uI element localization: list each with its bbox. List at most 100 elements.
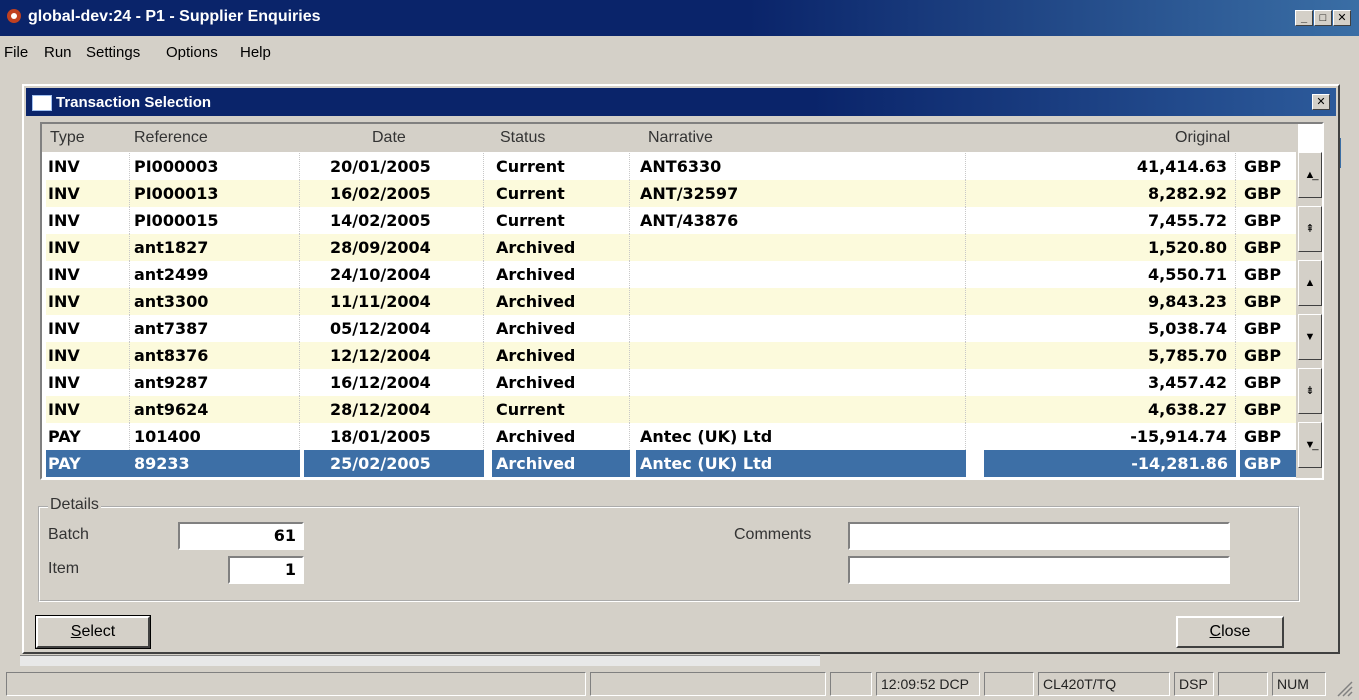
status-panel-4 bbox=[984, 672, 1034, 696]
cell-currency: GBP bbox=[1240, 450, 1298, 477]
cell-original: 4,638.27 bbox=[984, 396, 1236, 423]
cell-reference: ant2499 bbox=[130, 261, 300, 288]
menu-run[interactable]: Run bbox=[44, 44, 72, 61]
cell-status: Current bbox=[492, 180, 630, 207]
cell-narrative: Antec (UK) Ltd bbox=[636, 450, 966, 477]
transaction-grid[interactable]: Type Reference Date Status Narrative Ori… bbox=[40, 122, 1324, 480]
table-row[interactable]: INV ant9624 28/12/2004 Current 4,638.27 GBP bbox=[46, 396, 1298, 423]
grid-rows: INV PI000003 20/01/2005 Current ANT6330 41,41… bbox=[46, 153, 1298, 477]
grid-scrollbar[interactable]: ▲̲ ⇞ ▲ ▼ ⇟ ▼̲ bbox=[1296, 152, 1322, 478]
menu-file[interactable]: File bbox=[4, 44, 28, 61]
table-row[interactable]: PAY 89233 25/02/2005 Archived Antec (UK) Ltd… bbox=[46, 450, 1298, 477]
cell-status: Current bbox=[492, 207, 630, 234]
cell-date: 18/01/2005 bbox=[304, 423, 484, 450]
cell-original: 8,282.92 bbox=[984, 180, 1236, 207]
col-header-status[interactable]: Status bbox=[500, 129, 545, 147]
details-group: Details Batch 61 Item 1 Comments bbox=[38, 496, 1300, 602]
status-panel-5 bbox=[1218, 672, 1268, 696]
col-header-original[interactable]: Original bbox=[1175, 129, 1230, 147]
cell-reference: ant8376 bbox=[130, 342, 300, 369]
cell-type: PAY bbox=[46, 423, 130, 450]
dialog-window-icon bbox=[32, 95, 52, 111]
table-row[interactable]: INV ant2499 24/10/2004 Archived 4,550.71 GBP bbox=[46, 261, 1298, 288]
cell-narrative bbox=[636, 342, 966, 369]
cell-reference: 101400 bbox=[130, 423, 300, 450]
cell-original: 41,414.63 bbox=[984, 153, 1236, 180]
table-row[interactable]: INV PI000003 20/01/2005 Current ANT6330 41,41… bbox=[46, 153, 1298, 180]
scroll-down-icon[interactable]: ▼ bbox=[1298, 314, 1322, 360]
menu-help[interactable]: Help bbox=[240, 44, 271, 61]
close-icon[interactable]: ✕ bbox=[1333, 10, 1351, 26]
cell-narrative bbox=[636, 234, 966, 261]
cell-type: PAY bbox=[46, 450, 130, 477]
status-dcp: DCP bbox=[939, 676, 969, 692]
cell-currency: GBP bbox=[1240, 423, 1298, 450]
cell-status: Archived bbox=[492, 450, 630, 477]
comments-label: Comments bbox=[734, 526, 812, 543]
status-bar: 12:09:52 DCP CL420T/TQ DSP NUM bbox=[0, 668, 1359, 700]
dialog-title: Transaction Selection bbox=[56, 94, 212, 111]
comments-field-2[interactable] bbox=[848, 556, 1230, 584]
cell-narrative bbox=[636, 369, 966, 396]
cell-date: 16/02/2005 bbox=[304, 180, 484, 207]
scroll-page-up-icon[interactable]: ⇞ bbox=[1298, 206, 1322, 252]
select-button-label: elect bbox=[81, 623, 116, 640]
cell-currency: GBP bbox=[1240, 396, 1298, 423]
cell-date: 05/12/2004 bbox=[304, 315, 484, 342]
col-header-narrative[interactable]: Narrative bbox=[648, 129, 713, 147]
col-header-reference[interactable]: Reference bbox=[134, 129, 208, 147]
cell-narrative: Antec (UK) Ltd bbox=[636, 423, 966, 450]
scroll-page-down-icon[interactable]: ⇟ bbox=[1298, 368, 1322, 414]
col-header-type[interactable]: Type bbox=[50, 129, 85, 147]
dialog-titlebar[interactable]: Transaction Selection ✕ bbox=[26, 88, 1336, 116]
table-row[interactable]: PAY 101400 18/01/2005 Archived Antec (UK) Lt… bbox=[46, 423, 1298, 450]
close-button[interactable]: Close bbox=[1176, 616, 1284, 648]
scroll-top-icon[interactable]: ▲̲ bbox=[1298, 152, 1322, 198]
cell-status: Archived bbox=[492, 369, 630, 396]
cell-reference: ant9287 bbox=[130, 369, 300, 396]
app-title: global-dev:24 - P1 - Supplier Enquiries bbox=[28, 8, 321, 25]
cell-type: INV bbox=[46, 180, 130, 207]
scroll-bottom-icon[interactable]: ▼̲ bbox=[1298, 422, 1322, 468]
cell-narrative bbox=[636, 261, 966, 288]
app-titlebar[interactable]: global-dev:24 - P1 - Supplier Enquiries … bbox=[0, 0, 1359, 36]
table-row[interactable]: INV ant1827 28/09/2004 Archived 1,520.80 GBP bbox=[46, 234, 1298, 261]
table-row[interactable]: INV ant9287 16/12/2004 Archived 3,457.42 GBP bbox=[46, 369, 1298, 396]
cell-currency: GBP bbox=[1240, 315, 1298, 342]
cell-reference: ant1827 bbox=[130, 234, 300, 261]
table-row[interactable]: INV PI000015 14/02/2005 Current ANT/43876 7,4… bbox=[46, 207, 1298, 234]
cell-type: INV bbox=[46, 342, 130, 369]
background-window-strip bbox=[20, 655, 820, 666]
cell-type: INV bbox=[46, 396, 130, 423]
menu-options[interactable]: Options bbox=[166, 44, 218, 61]
table-row[interactable]: INV PI000013 16/02/2005 Current ANT/32597 8,2… bbox=[46, 180, 1298, 207]
comments-field-1[interactable] bbox=[848, 522, 1230, 550]
dialog-close-icon[interactable]: ✕ bbox=[1312, 94, 1330, 110]
item-field[interactable]: 1 bbox=[228, 556, 304, 584]
cell-narrative bbox=[636, 288, 966, 315]
menu-settings[interactable]: Settings bbox=[86, 44, 140, 61]
cell-original: 1,520.80 bbox=[984, 234, 1236, 261]
batch-field[interactable]: 61 bbox=[178, 522, 304, 550]
cell-original: 3,457.42 bbox=[984, 369, 1236, 396]
table-row[interactable]: INV ant7387 05/12/2004 Archived 5,038.74 GBP bbox=[46, 315, 1298, 342]
table-row[interactable]: INV ant3300 11/11/2004 Archived 9,843.23 GBP bbox=[46, 288, 1298, 315]
status-dsp: DSP bbox=[1174, 672, 1214, 696]
status-code: CL420T/TQ bbox=[1038, 672, 1170, 696]
minimize-icon[interactable]: _ bbox=[1295, 10, 1313, 26]
col-header-date[interactable]: Date bbox=[372, 129, 406, 147]
cell-date: 12/12/2004 bbox=[304, 342, 484, 369]
cell-currency: GBP bbox=[1240, 153, 1298, 180]
cell-reference: PI000015 bbox=[130, 207, 300, 234]
cell-type: INV bbox=[46, 261, 130, 288]
maximize-icon[interactable]: □ bbox=[1314, 10, 1332, 26]
scroll-up-icon[interactable]: ▲ bbox=[1298, 260, 1322, 306]
resize-grip-icon[interactable] bbox=[1334, 678, 1354, 698]
cell-narrative: ANT/32597 bbox=[636, 180, 966, 207]
cell-type: INV bbox=[46, 234, 130, 261]
status-panel-3 bbox=[830, 672, 872, 696]
cell-narrative bbox=[636, 315, 966, 342]
select-button[interactable]: Select bbox=[35, 615, 151, 649]
status-panel-main bbox=[6, 672, 586, 696]
table-row[interactable]: INV ant8376 12/12/2004 Archived 5,785.70 GBP bbox=[46, 342, 1298, 369]
